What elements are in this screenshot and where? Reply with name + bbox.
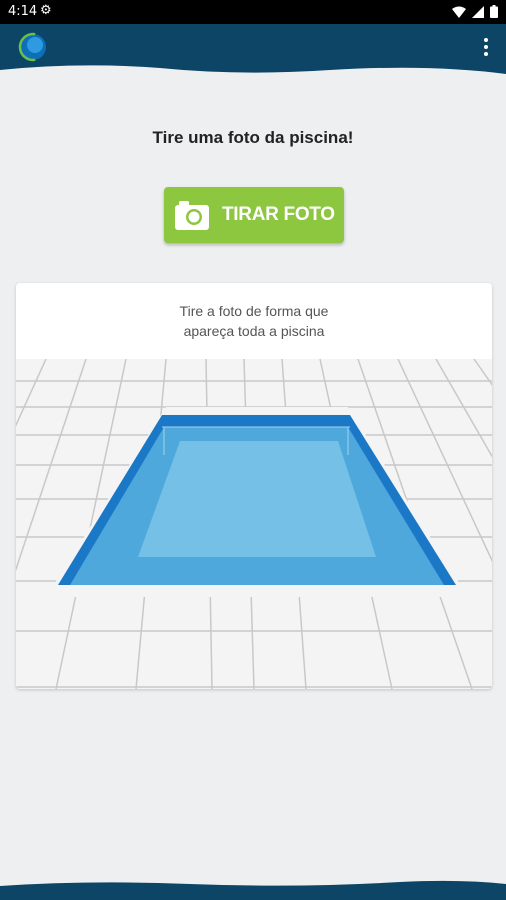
page-title: Tire uma foto da piscina! [152, 128, 354, 147]
instruction-text: Tire a foto de forma que apareça toda a … [16, 301, 492, 341]
toolbar-wave-background [0, 24, 506, 74]
instruction-line-2: apareça toda a piscina [183, 323, 325, 339]
wifi-icon [452, 6, 466, 18]
instruction-card: Tire a foto de forma que apareça toda a … [16, 283, 492, 689]
status-icons [452, 5, 498, 18]
camera-icon [175, 201, 209, 230]
take-photo-label: TIRAR FOTO [222, 204, 335, 225]
status-bar: 4:14 ⚙ [0, 0, 506, 24]
take-photo-button[interactable]: TIRAR FOTO [164, 187, 344, 243]
pool-illustration [16, 359, 492, 689]
app-toolbar [0, 24, 506, 76]
more-vert-icon[interactable] [476, 32, 496, 62]
signal-icon [472, 5, 484, 18]
battery-icon [490, 5, 498, 18]
status-time: 4:14 [8, 4, 38, 19]
instruction-line-1: Tire a foto de forma que [179, 303, 329, 319]
app-logo[interactable] [18, 32, 48, 62]
gear-icon: ⚙ [40, 3, 52, 18]
footer-wave [0, 880, 506, 900]
